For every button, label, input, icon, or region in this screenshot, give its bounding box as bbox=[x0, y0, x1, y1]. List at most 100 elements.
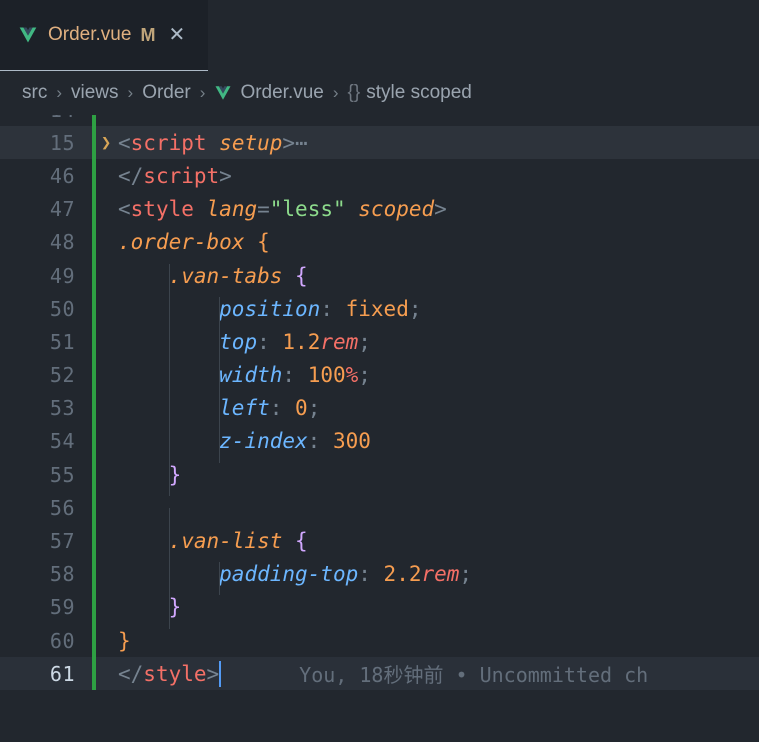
code-text: </script > bbox=[118, 164, 232, 188]
git-modified-indicator bbox=[92, 258, 96, 293]
code-text: } bbox=[118, 595, 182, 629]
line-number: 15 bbox=[49, 130, 75, 155]
code-token-prop: top bbox=[219, 329, 258, 354]
code-text: </style > bbox=[118, 660, 222, 687]
code-token-semi: ; bbox=[358, 363, 371, 388]
code-line[interactable]: 54 z-index: 300 bbox=[0, 424, 759, 463]
code-line[interactable]: 61 </style > You, 18秒钟前 • Uncommitted ch bbox=[0, 657, 759, 691]
code-token-punct: > bbox=[219, 163, 232, 188]
code-line[interactable]: 51 top: 1.2 rem; bbox=[0, 325, 759, 364]
code-token-punct: > bbox=[282, 130, 296, 155]
git-modified-indicator bbox=[92, 159, 96, 193]
line-number: 14 bbox=[0, 115, 88, 122]
code-line[interactable]: 57 .van-list { bbox=[0, 524, 759, 563]
git-modified-indicator bbox=[92, 491, 96, 525]
code-token-colon: : bbox=[282, 363, 296, 388]
code-line[interactable]: 53 left: 0; bbox=[0, 391, 759, 430]
breadcrumb-item-order-vue[interactable]: Order.vue bbox=[214, 82, 324, 104]
code-token-val: 1.2 bbox=[282, 329, 321, 354]
breadcrumb-item-style-scoped[interactable]: {} style scoped bbox=[348, 82, 472, 104]
breadcrumb: src › views › Order › Order.vue › {} sty… bbox=[0, 71, 759, 115]
line-number: 53 bbox=[49, 396, 75, 421]
line-number: 54 bbox=[49, 429, 75, 454]
git-blame-annotation[interactable]: You, 18秒钟前 • Uncommitted ch bbox=[299, 659, 648, 688]
code-text: } bbox=[118, 629, 131, 653]
code-token-eq: = bbox=[257, 197, 270, 222]
code-token-punct: < bbox=[118, 197, 131, 222]
code-token-semi: ; bbox=[408, 296, 422, 321]
git-modified-indicator bbox=[92, 624, 96, 658]
code-token-br2: } bbox=[168, 595, 182, 620]
text-cursor bbox=[219, 660, 222, 687]
code-token-tag: script bbox=[143, 163, 220, 188]
code-token-attr: scoped bbox=[358, 197, 435, 222]
fold-chevron-icon[interactable]: ❯ bbox=[101, 133, 111, 153]
git-modified-indicator bbox=[92, 424, 96, 459]
git-modified-indicator bbox=[92, 192, 96, 226]
breadcrumb-item-src[interactable]: src bbox=[22, 82, 47, 104]
tab-order-vue[interactable]: Order.vue M ✕ bbox=[0, 0, 208, 71]
code-token-prop: position bbox=[219, 296, 321, 321]
code-text: top: 1.2 rem; bbox=[118, 329, 371, 364]
line-number: 48 bbox=[49, 230, 75, 255]
code-token-unit: % bbox=[345, 363, 359, 388]
code-token-colon: : bbox=[358, 562, 371, 587]
code-line[interactable]: 59 } bbox=[0, 590, 759, 629]
code-lines-container: 14 15 ❯ <script setup>⋯ 46 </script> 47 <style … bbox=[0, 115, 759, 691]
editor-tab-bar: Order.vue M ✕ bbox=[0, 0, 759, 71]
code-line[interactable]: 55 } bbox=[0, 458, 759, 496]
line-number: 55 bbox=[49, 462, 75, 487]
close-icon[interactable]: ✕ bbox=[168, 25, 185, 45]
line-number: 46 bbox=[49, 163, 75, 188]
code-line[interactable]: 58 padding-top: 2.2 rem; bbox=[0, 557, 759, 596]
code-token-punct: > bbox=[434, 197, 447, 222]
line-number: 60 bbox=[49, 628, 75, 653]
code-token-br2: { bbox=[295, 263, 308, 288]
breadcrumb-item-views[interactable]: views bbox=[71, 82, 119, 104]
code-editor[interactable]: 14 15 ❯ <script setup>⋯ 46 </script> 47 <style … bbox=[0, 115, 759, 742]
code-token-tag: style bbox=[130, 197, 194, 222]
line-number: 47 bbox=[49, 197, 75, 222]
line-number: 50 bbox=[49, 296, 75, 321]
code-line[interactable]: 52 width: 100%; bbox=[0, 358, 759, 397]
code-line[interactable]: 48 .order-box { bbox=[0, 225, 759, 259]
git-modified-indicator bbox=[92, 657, 96, 691]
code-token-br1: { bbox=[257, 230, 270, 255]
code-token-val: 2.2 bbox=[383, 562, 422, 587]
code-line[interactable]: 49 .van-tabs { bbox=[0, 258, 759, 297]
line-number: 51 bbox=[49, 329, 75, 354]
breadcrumb-separator: › bbox=[332, 83, 339, 102]
code-token-unit: rem bbox=[320, 329, 359, 354]
code-token-colon: : bbox=[320, 296, 333, 321]
code-line[interactable]: 15 ❯ < script setup > ⋯ bbox=[0, 126, 759, 160]
code-line[interactable]: 56 bbox=[0, 491, 759, 542]
code-token-attr: lang bbox=[206, 197, 258, 222]
code-line[interactable]: 46 </script > bbox=[0, 159, 759, 193]
breadcrumb-separator: › bbox=[127, 83, 134, 102]
code-line[interactable]: 50 position: fixed; bbox=[0, 292, 759, 330]
breadcrumb-separator: › bbox=[199, 83, 206, 102]
code-token-val: 0 bbox=[295, 396, 308, 421]
code-line[interactable]: 47 < style lang = "less" scoped > bbox=[0, 192, 759, 226]
code-line[interactable]: 60} bbox=[0, 624, 759, 658]
code-text: < script setup > ⋯ bbox=[118, 131, 308, 155]
line-number: 57 bbox=[49, 529, 75, 554]
code-token-punct: < bbox=[118, 130, 131, 155]
git-modified-indicator bbox=[92, 292, 96, 326]
line-number: 56 bbox=[49, 495, 75, 520]
tab-dirty-badge: M bbox=[140, 24, 156, 45]
code-text: < style lang = "less" scoped > bbox=[118, 197, 447, 221]
line-number: 52 bbox=[49, 363, 75, 388]
code-token-unit: rem bbox=[421, 562, 460, 587]
breadcrumb-item-order[interactable]: Order bbox=[142, 82, 191, 104]
code-line[interactable]: 14 bbox=[0, 115, 759, 127]
